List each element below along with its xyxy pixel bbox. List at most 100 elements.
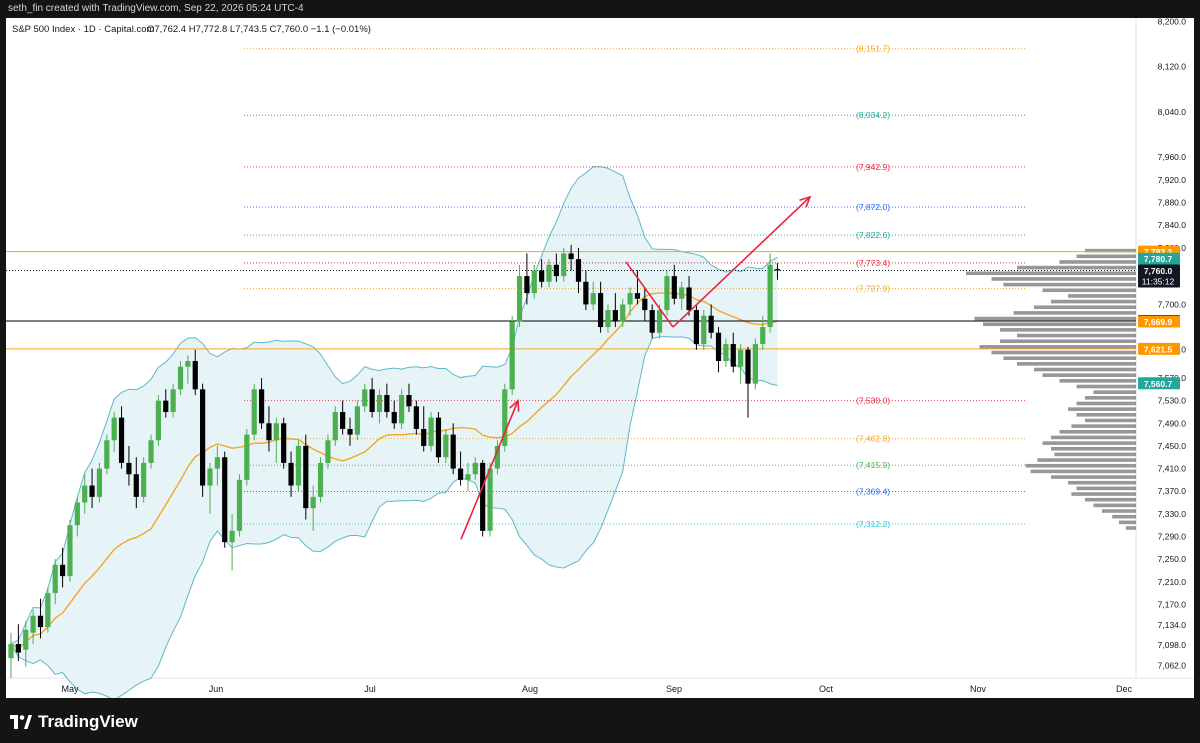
candle-body xyxy=(126,462,132,475)
candle-body xyxy=(111,417,117,441)
volume-profile-bar xyxy=(1017,333,1136,338)
legend: S&P 500 Index · 1D · Capital.com O7,762.… xyxy=(12,24,371,35)
candle-body xyxy=(281,423,287,463)
time-tick-label: Dec xyxy=(1116,684,1133,694)
price-tick-label: 7,330.0 xyxy=(1158,509,1187,519)
tradingview-logo-icon xyxy=(10,715,32,729)
candle-body xyxy=(730,344,736,367)
price-badge-label: 7,621.5 xyxy=(1144,344,1173,354)
chart-canvas[interactable]: (8,151.7) (8,034.2) (7,942.9) (7,872.0) (7,8… xyxy=(6,16,1194,701)
volume-profile xyxy=(966,248,1136,530)
legend-ohlc: O7,762.4 H7,772.8 L7,743.5 C7,760.0 −1.1… xyxy=(147,24,371,35)
volume-profile-bar xyxy=(991,350,1136,355)
candle-body xyxy=(450,434,456,469)
candle-body xyxy=(472,462,478,475)
level-label: (7,462.8) xyxy=(856,434,890,444)
candle-body xyxy=(575,259,582,282)
level-label: (7,312.2) xyxy=(856,519,890,529)
candle-body xyxy=(524,276,530,294)
volume-profile-bar xyxy=(983,322,1136,327)
countdown-label: 11:35:12 xyxy=(1142,276,1175,286)
volume-profile-bar xyxy=(1013,311,1136,315)
candle-body xyxy=(767,264,773,328)
volume-profile-bar xyxy=(1119,520,1136,525)
price-tick-label: 7,250.0 xyxy=(1158,554,1187,564)
volume-profile-bar xyxy=(1125,526,1136,530)
candle-body xyxy=(583,281,589,305)
candle-body xyxy=(774,269,781,271)
candle-body xyxy=(413,406,419,429)
candle-body xyxy=(627,293,633,305)
candle-body xyxy=(708,315,714,333)
candle-body xyxy=(723,344,729,362)
candle-body xyxy=(82,485,88,503)
tradingview-logo[interactable]: TradingView xyxy=(10,712,138,732)
candle-body xyxy=(332,411,338,441)
volume-profile-bar xyxy=(1051,446,1136,451)
candle-body xyxy=(141,462,147,497)
level-label: (7,942.9) xyxy=(856,162,890,172)
price-tick-label: 7,450.0 xyxy=(1158,441,1187,451)
volume-profile-bar xyxy=(1093,390,1136,394)
price-tick-label: 8,200.0 xyxy=(1158,18,1187,26)
price-tick-label: 7,062.0 xyxy=(1158,661,1187,671)
volume-profile-bar xyxy=(1076,486,1136,491)
time-tick-label: Jul xyxy=(364,684,376,694)
level-label: (7,530.0) xyxy=(856,396,890,406)
candle-body xyxy=(118,417,125,463)
candle-body xyxy=(52,564,58,594)
volume-profile-bar xyxy=(1076,384,1136,389)
price-tick-label: 7,210.0 xyxy=(1158,577,1187,587)
time-tick-label: Aug xyxy=(522,684,538,694)
price-tick-label: 8,120.0 xyxy=(1158,62,1187,72)
level-label: (7,415.9) xyxy=(856,460,890,470)
candle-body xyxy=(457,468,464,480)
level-label: (7,727.9) xyxy=(856,284,890,294)
candle-body xyxy=(561,253,567,277)
candle-body xyxy=(15,644,21,653)
candle-body xyxy=(686,287,692,311)
volume-profile-bar xyxy=(1085,396,1136,400)
volume-profile-bar xyxy=(1042,373,1136,377)
candle-body xyxy=(406,394,412,407)
candle-body xyxy=(391,411,397,424)
candle-body xyxy=(362,389,368,407)
price-tick-label: 7,840.0 xyxy=(1158,220,1187,230)
volume-profile-bar xyxy=(1085,418,1136,423)
volume-profile-bar xyxy=(1017,362,1136,366)
candle-body xyxy=(89,485,95,497)
volume-profile-bar xyxy=(1076,401,1136,406)
price-tick-label: 7,410.0 xyxy=(1158,464,1187,474)
candle-body xyxy=(273,423,279,441)
level-label: (7,773.4) xyxy=(856,258,890,268)
candle-body xyxy=(59,564,66,577)
volume-profile-bar xyxy=(1051,299,1136,304)
chart-svg[interactable]: (8,151.7) (8,034.2) (7,942.9) (7,872.0) (7,8… xyxy=(6,16,1194,701)
candle-body xyxy=(266,423,272,441)
candle-body xyxy=(317,462,324,497)
bollinger-band xyxy=(10,166,778,701)
candle-body xyxy=(354,406,360,435)
time-tick-label: Sep xyxy=(666,684,682,694)
candle-body xyxy=(745,349,751,384)
volume-profile-bar xyxy=(1034,305,1136,310)
candle-body xyxy=(163,400,169,412)
candle-body xyxy=(229,530,235,543)
candle-body xyxy=(738,349,744,367)
candle-body xyxy=(509,321,515,390)
candle-body xyxy=(531,270,537,294)
volume-profile-bar xyxy=(1042,441,1136,445)
time-tick-label: Oct xyxy=(819,684,834,694)
volume-profile-bar xyxy=(1093,503,1136,508)
price-tick-label: 7,098.0 xyxy=(1158,640,1187,650)
level-label: (7,822.6) xyxy=(856,230,890,240)
candle-body xyxy=(487,468,493,531)
candle-body xyxy=(200,389,206,486)
candle-body xyxy=(185,361,191,367)
volume-profile-bar xyxy=(1059,379,1136,383)
volume-profile-bar xyxy=(974,316,1136,321)
volume-profile-bar xyxy=(1102,509,1136,513)
price-badges: 7,793.27,780.77,670.77,669.97,621.57,560… xyxy=(1138,245,1180,390)
volume-profile-bar xyxy=(1000,339,1136,344)
candle-body xyxy=(693,310,700,345)
